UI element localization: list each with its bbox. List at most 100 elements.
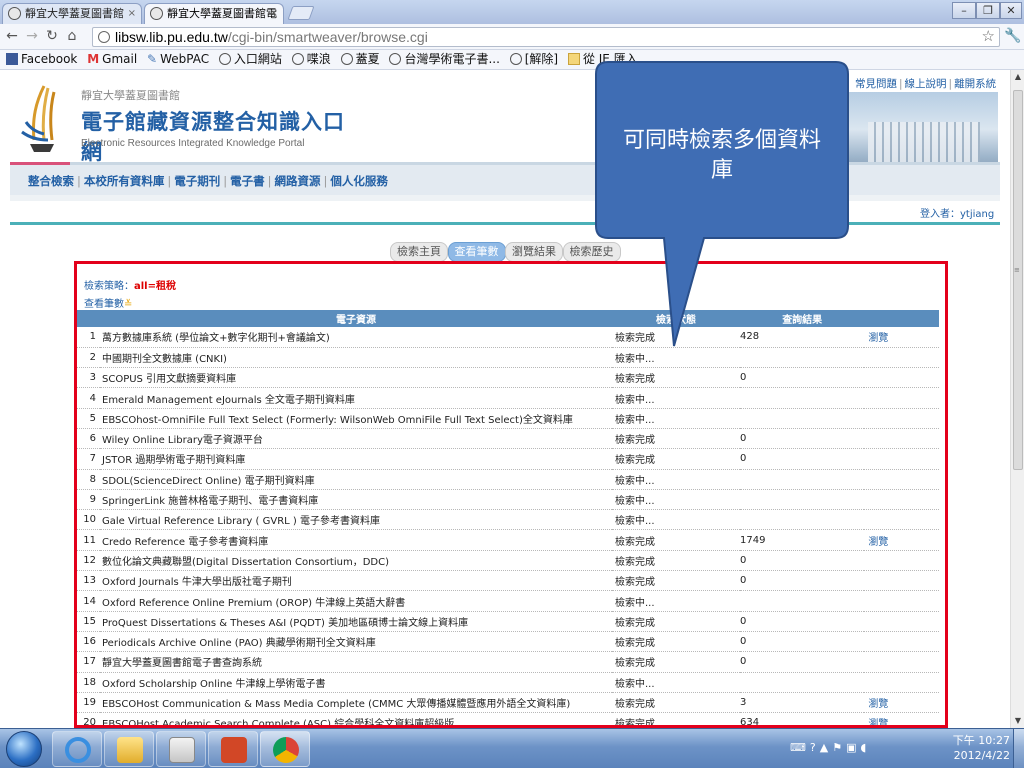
help-icon[interactable]: ? bbox=[810, 741, 820, 754]
keyboard-icon[interactable]: ⌨ bbox=[790, 741, 810, 754]
help-link[interactable]: 線上說明 bbox=[905, 78, 947, 90]
browser-tab-library-home[interactable]: 靜宜大學蓋夏圖書館 × bbox=[2, 3, 142, 24]
start-button[interactable] bbox=[6, 731, 42, 767]
browser-tab-bar: 靜宜大學蓋夏圖書館 × 靜宜大學蓋夏圖書館電 × – ❐ ✕ bbox=[0, 0, 1024, 24]
bookmark-4[interactable]: 台灣學術電子書... bbox=[389, 50, 500, 69]
library-logo-icon bbox=[21, 85, 56, 152]
taskbar-chrome-button[interactable] bbox=[260, 731, 310, 767]
close-tab-icon[interactable]: × bbox=[128, 4, 136, 23]
bookmark-label: 喋浪 bbox=[306, 52, 331, 66]
top-links: 常見問題 | 線上說明 | 離開系統 bbox=[855, 78, 997, 90]
tab-view-counts[interactable]: 查看筆數 bbox=[447, 242, 506, 262]
flag-icon[interactable]: ⚑ bbox=[832, 741, 846, 754]
powerpoint-icon bbox=[221, 737, 247, 763]
exit-link[interactable]: 離開系統 bbox=[954, 78, 996, 90]
show-hidden-icon[interactable]: ▲ bbox=[820, 741, 832, 754]
portal-title-english: Electronic Resources Integrated Knowledg… bbox=[81, 138, 305, 149]
bookmark-webpac[interactable]: ✎ WebPAC bbox=[147, 50, 209, 69]
search-subtabs: 檢索主頁 查看筆數 瀏覽結果 檢索歷史 bbox=[390, 242, 621, 262]
back-arrow-icon[interactable]: ← bbox=[4, 28, 20, 44]
tab-browse-results[interactable]: 瀏覽結果 bbox=[505, 242, 563, 262]
show-desktop-button[interactable] bbox=[1013, 729, 1024, 768]
new-tab-button[interactable] bbox=[287, 6, 315, 20]
scroll-up-icon[interactable]: ▲ bbox=[1011, 70, 1024, 84]
maximize-button[interactable]: ❐ bbox=[976, 2, 1000, 19]
menu-all-databases[interactable]: 本校所有資料庫 bbox=[84, 174, 165, 188]
globe-icon bbox=[340, 53, 353, 65]
network-icon[interactable]: ▣ bbox=[846, 741, 860, 754]
browser-tab-e-resources[interactable]: 靜宜大學蓋夏圖書館電 × bbox=[144, 3, 284, 24]
taskbar-ie-button[interactable] bbox=[52, 731, 102, 767]
taskbar-powerpoint-button[interactable] bbox=[208, 731, 258, 767]
tab-label: 靜宜大學蓋夏圖書館 bbox=[25, 7, 124, 20]
bookmark-3[interactable]: 蓋夏 bbox=[340, 50, 380, 69]
close-window-button[interactable]: ✕ bbox=[1000, 2, 1022, 19]
bookmark-label: Gmail bbox=[102, 52, 138, 66]
forward-arrow-icon[interactable]: → bbox=[24, 28, 40, 44]
bookmark-label: 蓋夏 bbox=[355, 52, 380, 66]
menu-ebooks[interactable]: 電子書 bbox=[230, 174, 265, 188]
url-path: /cgi-bin/smartweaver/browse.cgi bbox=[227, 29, 428, 45]
bookmark-label: WebPAC bbox=[160, 52, 210, 66]
facebook-icon bbox=[6, 53, 18, 65]
globe-icon bbox=[291, 53, 304, 65]
webpac-icon: ✎ bbox=[147, 52, 158, 66]
bookmark-label: 入口網站 bbox=[233, 52, 282, 66]
bookmark-label: [解除] bbox=[524, 52, 559, 66]
windows-taskbar: ⌨?▲⚑▣◖ 下午 10:27 2012/4/22 bbox=[0, 728, 1024, 768]
callout-balloon bbox=[595, 61, 849, 347]
bookmark-star-icon[interactable]: ☆ bbox=[982, 28, 995, 46]
taskbar-clock[interactable]: 下午 10:27 2012/4/22 bbox=[950, 733, 1010, 763]
portal-title: 電子館藏資源整合知識入口網 bbox=[81, 110, 345, 164]
media-icon bbox=[169, 737, 195, 763]
menu-integrated-search[interactable]: 整合檢索 bbox=[28, 174, 74, 188]
menu-web-resources[interactable]: 網路資源 bbox=[275, 174, 321, 188]
bookmark-2[interactable]: 喋浪 bbox=[291, 50, 331, 69]
scroll-thumb[interactable] bbox=[1013, 90, 1023, 470]
minimize-button[interactable]: – bbox=[952, 2, 976, 19]
bookmark-label: Facebook bbox=[21, 52, 78, 66]
bookmarks-bar: Facebook M Gmail ✎ WebPAC 入口網站 喋浪 蓋夏 台灣學術電… bbox=[0, 50, 1024, 70]
bookmark-5[interactable]: [解除] bbox=[509, 50, 559, 69]
callout-shape: 可同時檢索多個資料庫 bbox=[594, 60, 850, 350]
close-tab-icon[interactable]: × bbox=[270, 4, 278, 23]
globe-icon bbox=[389, 53, 402, 65]
taskbar-media-button[interactable] bbox=[156, 731, 206, 767]
main-menu-bar: 整合檢索 | 本校所有資料庫 | 電子期刊 | 電子書 | 網路資源 | 個人化服務 bbox=[10, 162, 1000, 195]
page-scrollbar[interactable]: ▲ ≡ ▼ bbox=[1010, 70, 1024, 728]
bookmark-facebook[interactable]: Facebook bbox=[6, 50, 77, 69]
menu-underbar bbox=[10, 195, 1000, 201]
home-icon[interactable]: ⌂ bbox=[64, 28, 80, 44]
url-input[interactable]: libsw.lib.pu.edu.tw/cgi-bin/smartweaver/… bbox=[92, 27, 1000, 47]
folder-icon bbox=[567, 53, 580, 65]
volume-icon[interactable]: ◖ bbox=[860, 741, 870, 754]
taskbar-explorer-button[interactable] bbox=[104, 731, 154, 767]
scroll-down-icon[interactable]: ▼ bbox=[1011, 714, 1024, 728]
globe-icon bbox=[218, 53, 231, 65]
bookmark-portal[interactable]: 入口網站 bbox=[218, 50, 282, 69]
reload-icon[interactable]: ↻ bbox=[44, 28, 60, 44]
globe-icon bbox=[150, 7, 163, 20]
menu-personal-service[interactable]: 個人化服務 bbox=[330, 174, 388, 188]
menu-accent bbox=[10, 162, 70, 165]
main-menu: 整合檢索 | 本校所有資料庫 | 電子期刊 | 電子書 | 網路資源 | 個人化服務 bbox=[28, 174, 388, 188]
faq-link[interactable]: 常見問題 bbox=[855, 78, 897, 90]
folder-icon bbox=[117, 737, 143, 763]
bookmark-label: 台灣學術電子書... bbox=[404, 52, 500, 66]
system-tray: ⌨?▲⚑▣◖ bbox=[790, 741, 870, 754]
url-host: libsw.lib.pu.edu.tw bbox=[115, 29, 228, 45]
page-content: 靜宜大學蓋夏圖書館 電子館藏資源整合知識入口網 Electronic Resou… bbox=[0, 70, 1010, 728]
wrench-icon[interactable]: 🔧 bbox=[1004, 28, 1021, 44]
library-name: 靜宜大學蓋夏圖書館 bbox=[81, 89, 180, 102]
callout-text: 可同時檢索多個資料庫 bbox=[622, 128, 821, 183]
globe-icon bbox=[8, 7, 21, 20]
clock-date: 2012/4/22 bbox=[953, 749, 1010, 762]
bookmark-gmail[interactable]: M Gmail bbox=[87, 50, 137, 69]
globe-icon bbox=[509, 53, 522, 65]
portal-logo[interactable]: 靜宜大學蓋夏圖書館 電子館藏資源整合知識入口網 Electronic Resou… bbox=[16, 82, 346, 167]
tab-search-home[interactable]: 檢索主頁 bbox=[390, 242, 448, 262]
grip-icon: ≡ bbox=[1014, 266, 1020, 274]
menu-ejournals[interactable]: 電子期刊 bbox=[174, 174, 220, 188]
ie-icon bbox=[65, 737, 91, 763]
tab-label: 靜宜大學蓋夏圖書館電 bbox=[167, 7, 277, 20]
